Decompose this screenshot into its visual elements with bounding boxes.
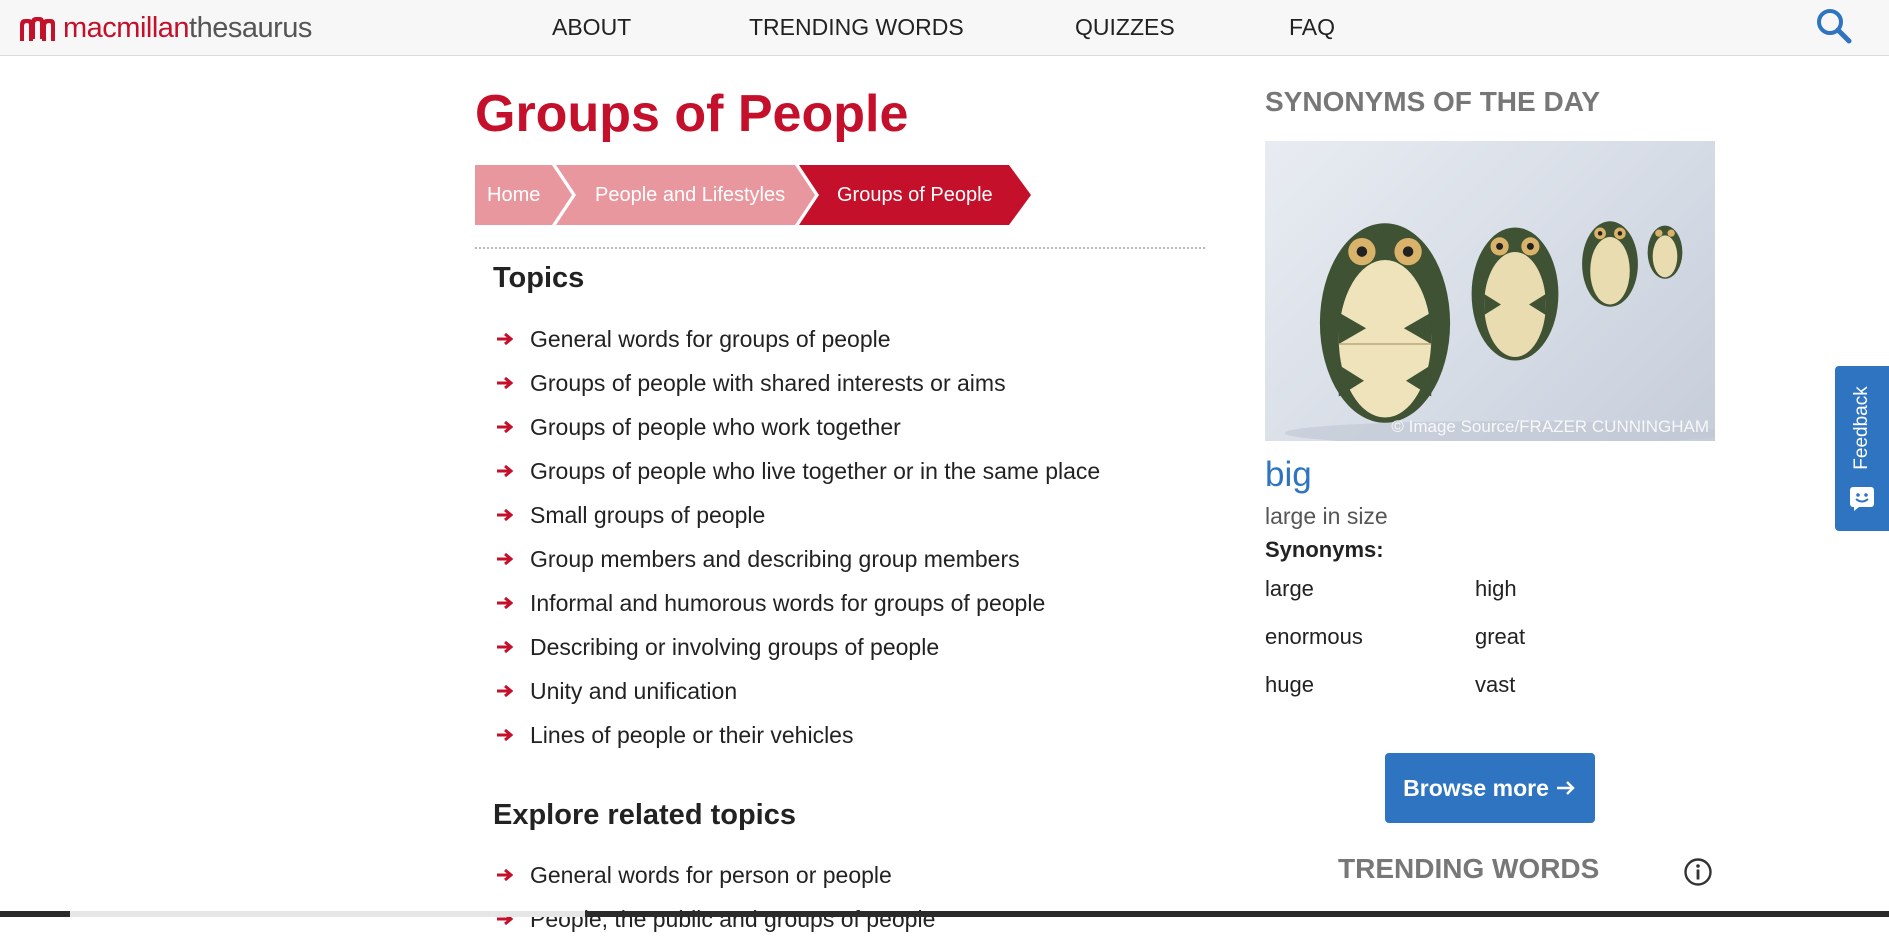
arrow-right-icon (497, 684, 514, 698)
nesting-dolls-image (1285, 221, 1715, 441)
arrow-right-icon (497, 596, 514, 610)
search-button[interactable] (1814, 6, 1854, 46)
topic-item[interactable]: Describing or involving groups of people (496, 625, 1100, 669)
feedback-chat-icon (1850, 487, 1874, 511)
topic-item-label: Unity and unification (530, 678, 738, 704)
synonym-link[interactable]: high (1475, 576, 1517, 602)
topic-item[interactable]: Groups of people who work together (496, 405, 1100, 449)
search-icon (1817, 9, 1852, 44)
feedback-label: Feedback (1851, 386, 1872, 470)
trending-words-heading: TRENDING WORDS (1338, 853, 1600, 884)
related-topic-item[interactable]: People, the public and groups of people (496, 897, 935, 941)
topic-item-label: General words for groups of people (530, 326, 891, 352)
topic-item[interactable]: Groups of people who live together or in… (496, 449, 1100, 493)
macmillan-logo-icon (20, 17, 55, 41)
topic-item-label: Informal and humorous words for groups o… (530, 590, 1046, 616)
related-topics-list: General words for person or people Peopl… (496, 853, 935, 941)
related-topics-heading: Explore related topics (493, 799, 796, 831)
related-topic-item-label: People, the public and groups of people (530, 906, 936, 932)
synonyms-of-the-day-image: © Image Source/FRAZER CUNNINGHAM (1265, 141, 1715, 441)
arrow-right-icon (1556, 781, 1575, 795)
arrow-right-icon (497, 332, 514, 346)
topic-item-label: Groups of people with shared interests o… (530, 370, 1006, 396)
topic-item[interactable]: Unity and unification (496, 669, 1100, 713)
breadcrumb-people-and-lifestyles[interactable]: People and Lifestyles (595, 165, 785, 225)
page-title: Groups of People (475, 85, 909, 143)
arrow-right-icon (497, 508, 514, 522)
arrow-right-icon (497, 420, 514, 434)
arrow-right-icon (497, 640, 514, 654)
topics-heading: Topics (493, 262, 585, 294)
topic-item-label: Small groups of people (530, 502, 766, 528)
arrow-right-icon (497, 868, 514, 882)
topic-item[interactable]: Small groups of people (496, 493, 1100, 537)
browse-more-label: Browse more (1403, 774, 1549, 801)
topic-item[interactable]: Informal and humorous words for groups o… (496, 581, 1100, 625)
topics-list: General words for groups of people Group… (496, 317, 1100, 757)
topic-item-label: Lines of people or their vehicles (530, 722, 854, 748)
horizontal-scrollbar[interactable] (0, 911, 1889, 917)
topic-item[interactable]: Groups of people with shared interests o… (496, 361, 1100, 405)
browse-more-button[interactable]: Browse more (1385, 753, 1595, 823)
synonym-link[interactable]: enormous (1265, 624, 1363, 650)
word-of-the-day-link[interactable]: big (1265, 455, 1312, 495)
synonyms-of-the-day-heading: SYNONYMS OF THE DAY (1265, 86, 1601, 117)
arrow-right-icon (497, 464, 514, 478)
arrow-right-icon (497, 728, 514, 742)
synonym-link[interactable]: vast (1475, 672, 1515, 698)
logo-text-thesaurus: thesaurus (189, 11, 312, 44)
logo-text-macmillan: macmillan (63, 11, 190, 44)
topic-item[interactable]: Group members and describing group membe… (496, 537, 1100, 581)
arrow-right-icon (497, 376, 514, 390)
scrollbar-thumb[interactable] (70, 911, 585, 917)
nav-faq[interactable]: FAQ (1289, 14, 1335, 41)
topic-item-label: Describing or involving groups of people (530, 634, 940, 660)
word-definition: large in size (1265, 503, 1388, 529)
breadcrumb-groups-of-people[interactable]: Groups of People (837, 165, 993, 225)
breadcrumb-home[interactable]: Home (487, 165, 540, 225)
image-credit: © Image Source/FRAZER CUNNINGHAM (1391, 417, 1709, 436)
topic-item-label: Groups of people who live together or in… (530, 458, 1101, 484)
site-header: macmillan thesaurus ABOUT TRENDING WORDS… (0, 0, 1889, 56)
related-topic-item[interactable]: General words for person or people (496, 853, 935, 897)
nav-quizzes[interactable]: QUIZZES (1075, 14, 1175, 41)
info-icon[interactable] (1683, 857, 1713, 887)
arrow-right-icon (497, 552, 514, 566)
nav-about[interactable]: ABOUT (552, 14, 631, 41)
topic-item[interactable]: Lines of people or their vehicles (496, 713, 1100, 757)
feedback-tab[interactable]: Feedback (1835, 366, 1889, 531)
site-logo[interactable]: macmillan thesaurus (19, 10, 312, 46)
synonyms-label: Synonyms: (1265, 537, 1384, 562)
related-topic-item-label: General words for person or people (530, 862, 892, 888)
synonym-link[interactable]: great (1475, 624, 1525, 650)
content-divider (475, 247, 1205, 249)
topic-item-label: Groups of people who work together (530, 414, 901, 440)
synonym-link[interactable]: huge (1265, 672, 1314, 698)
topic-item-label: Group members and describing group membe… (530, 546, 1020, 572)
topic-item[interactable]: General words for groups of people (496, 317, 1100, 361)
nav-trending-words[interactable]: TRENDING WORDS (749, 14, 964, 41)
synonym-link[interactable]: large (1265, 576, 1314, 602)
